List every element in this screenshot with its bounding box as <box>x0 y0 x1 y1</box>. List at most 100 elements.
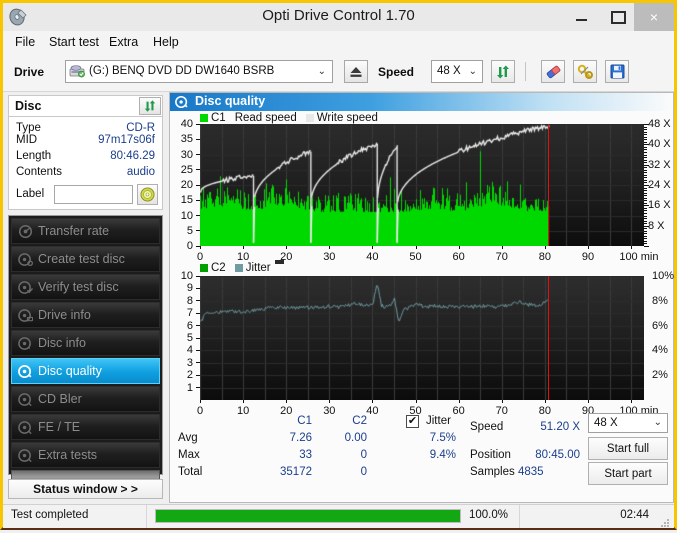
disc-label-row: Label <box>9 181 162 209</box>
chart-c1-y2tick: 40 X <box>648 138 671 151</box>
chart-c1-minor-tick <box>644 126 647 128</box>
elapsed-time-label: 02:44 <box>620 509 649 521</box>
maximize-button[interactable] <box>600 3 637 31</box>
stats-header-c2: C2 <box>352 415 367 427</box>
sidebar-item-disc-quality[interactable]: Disc quality <box>11 358 160 384</box>
chart-c1-ytick: 0 <box>186 240 193 252</box>
disc-info-key: Length <box>16 150 52 162</box>
speed-select-value: 48 X <box>437 65 461 77</box>
sidebar-item-drive-info[interactable]: Drive info <box>11 302 160 328</box>
status-window-button[interactable]: Status window > > <box>8 479 163 499</box>
chart-c1-y2tick: 16 X <box>648 199 671 212</box>
speed-stat-value: 51.20 X <box>540 421 580 433</box>
stats-c2-total: 0 <box>360 466 367 478</box>
test-speed-select[interactable]: 48 X ⌄ <box>588 413 668 433</box>
sidebar-item-create-test-disc[interactable]: Create test disc <box>11 246 160 272</box>
eraser-icon <box>546 65 560 78</box>
chart-c1-ytick: 25 <box>180 163 193 176</box>
chart-c2-y2tick: 2% <box>652 369 668 382</box>
sidebar-item-extra-tests[interactable]: Extra tests <box>11 442 160 468</box>
drive-select[interactable]: (G:) BENQ DVD DD DW1640 BSRB ⌄ <box>65 60 333 83</box>
chart-c1-minor-tick <box>644 202 647 204</box>
chart-c1-minor-tick <box>644 167 647 169</box>
sidebar-item-disc-info[interactable]: i Disc info <box>11 330 160 356</box>
sidebar-item-label: Transfer rate <box>38 224 110 238</box>
chart-c1-xtickmark <box>501 246 503 249</box>
disc-info-value: 80:46.29 <box>110 150 155 162</box>
start-full-button[interactable]: Start full <box>588 437 668 460</box>
sidebar-item-verify-test-disc[interactable]: Verify test disc <box>11 274 160 300</box>
sidebar-item-transfer-rate[interactable]: Transfer rate <box>11 218 160 244</box>
chart-c1-xtickmark <box>329 246 331 249</box>
chart-c2-tick <box>196 387 200 389</box>
jitter-checkbox[interactable]: ✔ <box>406 415 419 428</box>
refresh-button[interactable] <box>491 60 515 83</box>
disc-bler-icon <box>12 392 38 407</box>
minimize-button[interactable] <box>563 3 600 31</box>
sidebar-item-fe-te[interactable]: FE / TE <box>11 414 160 440</box>
chart-c1-y2tick: 32 X <box>648 158 671 171</box>
chart-c1-minor-tick <box>644 131 647 133</box>
save-button[interactable] <box>605 60 629 83</box>
chart-c1-minor-tick <box>644 149 647 151</box>
chart-c2-tick <box>196 349 200 351</box>
disc-refresh-button[interactable] <box>139 97 161 115</box>
chart-c2-tick <box>196 325 200 327</box>
chart-c1-minor-tick <box>644 136 647 138</box>
chart-c1-minor-tick <box>644 141 647 143</box>
sidebar-item-cd-bler[interactable]: CD Bler <box>11 386 160 412</box>
tools-button[interactable] <box>573 60 597 83</box>
chart-c2-ytick: 6 <box>186 319 193 332</box>
speed-select[interactable]: 48 X ⌄ <box>431 60 483 83</box>
chart-c1-minor-tick <box>644 218 647 220</box>
chevron-down-icon: ⌄ <box>468 66 477 77</box>
stats-header-c1: C1 <box>297 415 312 427</box>
disc-label-button[interactable] <box>137 184 158 205</box>
resize-grip-icon[interactable] <box>660 515 670 527</box>
chart-c2-ytick: 5 <box>186 332 193 344</box>
jitter-max: 9.4% <box>429 449 456 461</box>
main-panel: Disc quality C1 Read speed Write speed 0… <box>169 92 674 503</box>
chart-c1-tick <box>196 169 200 171</box>
chart-c1-minor-tick <box>644 172 647 174</box>
chart-c2-xtickmark <box>415 400 417 403</box>
chart-c1-minor-tick <box>644 174 647 176</box>
disc-panel-title: Disc <box>15 99 42 113</box>
sidebar: Disc Type CD-R MID 97m17s06f Length 80:4… <box>3 92 168 503</box>
disc-info-row-length: Length 80:46.29 <box>9 149 162 165</box>
chart-c2-canvas <box>200 276 644 400</box>
disc-quality-icon <box>12 364 38 379</box>
menu-item-start-test[interactable]: Start test <box>44 34 104 50</box>
menu-item-file[interactable]: File <box>10 34 40 50</box>
chart-c1-minor-tick <box>644 139 647 141</box>
chart-c1-y2tick: 48 X <box>648 118 671 130</box>
statistics-panel: C1 C2 Avg Max Total 7.26 33 35172 0.00 0… <box>170 413 673 485</box>
legend-marker-icon <box>274 259 284 264</box>
chart-c1-tick <box>196 154 200 155</box>
chart-c1-tick <box>196 138 200 140</box>
chart-c1-plot-area <box>200 124 644 246</box>
chart-c2-ytick: 10 <box>180 270 193 282</box>
erase-button[interactable] <box>541 60 565 83</box>
chart-c1-minor-tick <box>644 207 647 209</box>
close-button[interactable]: × <box>634 3 674 31</box>
chart-c1-minor-tick <box>644 162 647 164</box>
chart-c2-xtickmark <box>286 400 288 403</box>
disc-fete-icon <box>12 420 38 435</box>
disc-label-input[interactable] <box>54 185 133 204</box>
chart-c1-minor-tick <box>644 151 647 153</box>
start-part-button[interactable]: Start part <box>588 462 668 485</box>
menu-item-help[interactable]: Help <box>148 34 184 50</box>
chart-c2-tick <box>196 312 200 314</box>
eject-button[interactable] <box>344 60 368 83</box>
chart-c1-y2tick: 24 X <box>648 179 671 191</box>
drive-toolbar: Drive (G:) BENQ DVD DD DW1640 BSRB ⌄ Spe <box>3 53 674 92</box>
chart-c2-ytick: 3 <box>186 356 193 369</box>
disc-speed-icon <box>12 224 38 239</box>
menu-item-extra[interactable]: Extra <box>104 34 143 50</box>
chart-c1-xtickmark <box>458 246 460 249</box>
stats-c2-avg: 0.00 <box>344 432 367 444</box>
chart-c1-minor-tick <box>644 235 647 237</box>
legend-swatch-jitter <box>234 263 243 272</box>
legend-swatch-c2 <box>200 263 208 272</box>
